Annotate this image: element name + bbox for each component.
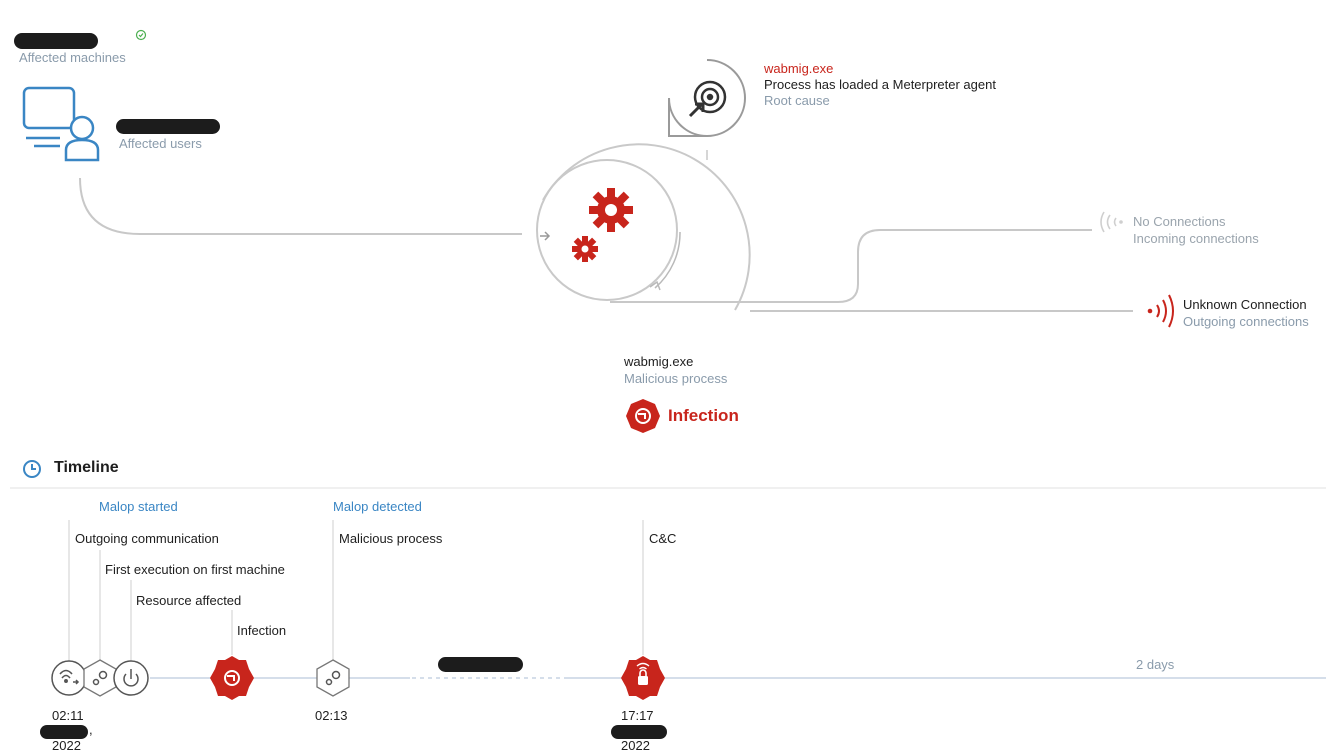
attack-diagram <box>22 29 1174 433</box>
event-time: 02:11 <box>52 708 84 723</box>
outgoing-title[interactable]: Unknown Connection <box>1183 297 1307 312</box>
incoming-signal-icon <box>1100 211 1123 233</box>
root-cause-label: Root cause <box>764 93 830 108</box>
event-year: 2022 <box>621 738 650 753</box>
malicious-process-name[interactable]: wabmig.exe <box>624 354 693 369</box>
users-connector <box>79 177 522 235</box>
gears-event-icon[interactable] <box>83 659 117 697</box>
event-time: 17:17 <box>621 708 654 723</box>
incoming-label: Incoming connections <box>1133 231 1259 246</box>
root-cause-description: Process has loaded a Meterpreter agent <box>764 77 996 92</box>
computer-user-icon <box>22 86 100 162</box>
gap-duration-label: 2 days <box>1136 657 1175 672</box>
process-node[interactable] <box>536 143 751 311</box>
redacted-gap-date <box>438 657 523 672</box>
event-label[interactable]: Resource affected <box>136 593 241 608</box>
event-label[interactable]: C&C <box>649 531 676 546</box>
incoming-connector <box>610 229 1092 303</box>
malicious-process-label: Malicious process <box>624 371 728 386</box>
redacted-user-name <box>116 119 220 134</box>
redacted-date <box>40 725 88 739</box>
outgoing-signal-icon <box>1147 294 1174 328</box>
root-cause-process[interactable]: wabmig.exe <box>764 61 833 76</box>
redacted-date <box>611 725 667 739</box>
infection-event-icon[interactable] <box>210 656 254 700</box>
clock-icon <box>23 460 41 478</box>
infection-label[interactable]: Infection <box>668 406 739 426</box>
malop-detected-label: Malop detected <box>333 499 422 514</box>
redacted-machine-name <box>14 33 98 49</box>
cnc-event-icon[interactable] <box>621 656 665 700</box>
timeline-title: Timeline <box>54 459 119 476</box>
event-label[interactable]: Malicious process <box>339 531 442 546</box>
gears-detected-icon[interactable] <box>316 659 350 697</box>
outgoing-label: Outgoing connections <box>1183 314 1309 329</box>
incoming-title: No Connections <box>1133 214 1226 229</box>
wifi-event-icon[interactable] <box>51 660 87 696</box>
malop-started-label: Malop started <box>99 499 178 514</box>
event-label[interactable]: Outgoing communication <box>75 531 219 546</box>
date-separator: , <box>89 722 93 737</box>
affected-machines-label: Affected machines <box>19 50 126 65</box>
affected-users-label: Affected users <box>119 136 202 151</box>
event-label[interactable]: First execution on first machine <box>105 562 285 577</box>
event-year: 2022 <box>52 738 81 753</box>
target-hand-icon <box>688 80 727 118</box>
check-icon <box>135 29 147 41</box>
power-event-icon[interactable] <box>113 660 149 696</box>
infection-icon <box>626 399 660 433</box>
event-time: 02:13 <box>315 708 348 723</box>
event-label[interactable]: Infection <box>237 623 286 638</box>
